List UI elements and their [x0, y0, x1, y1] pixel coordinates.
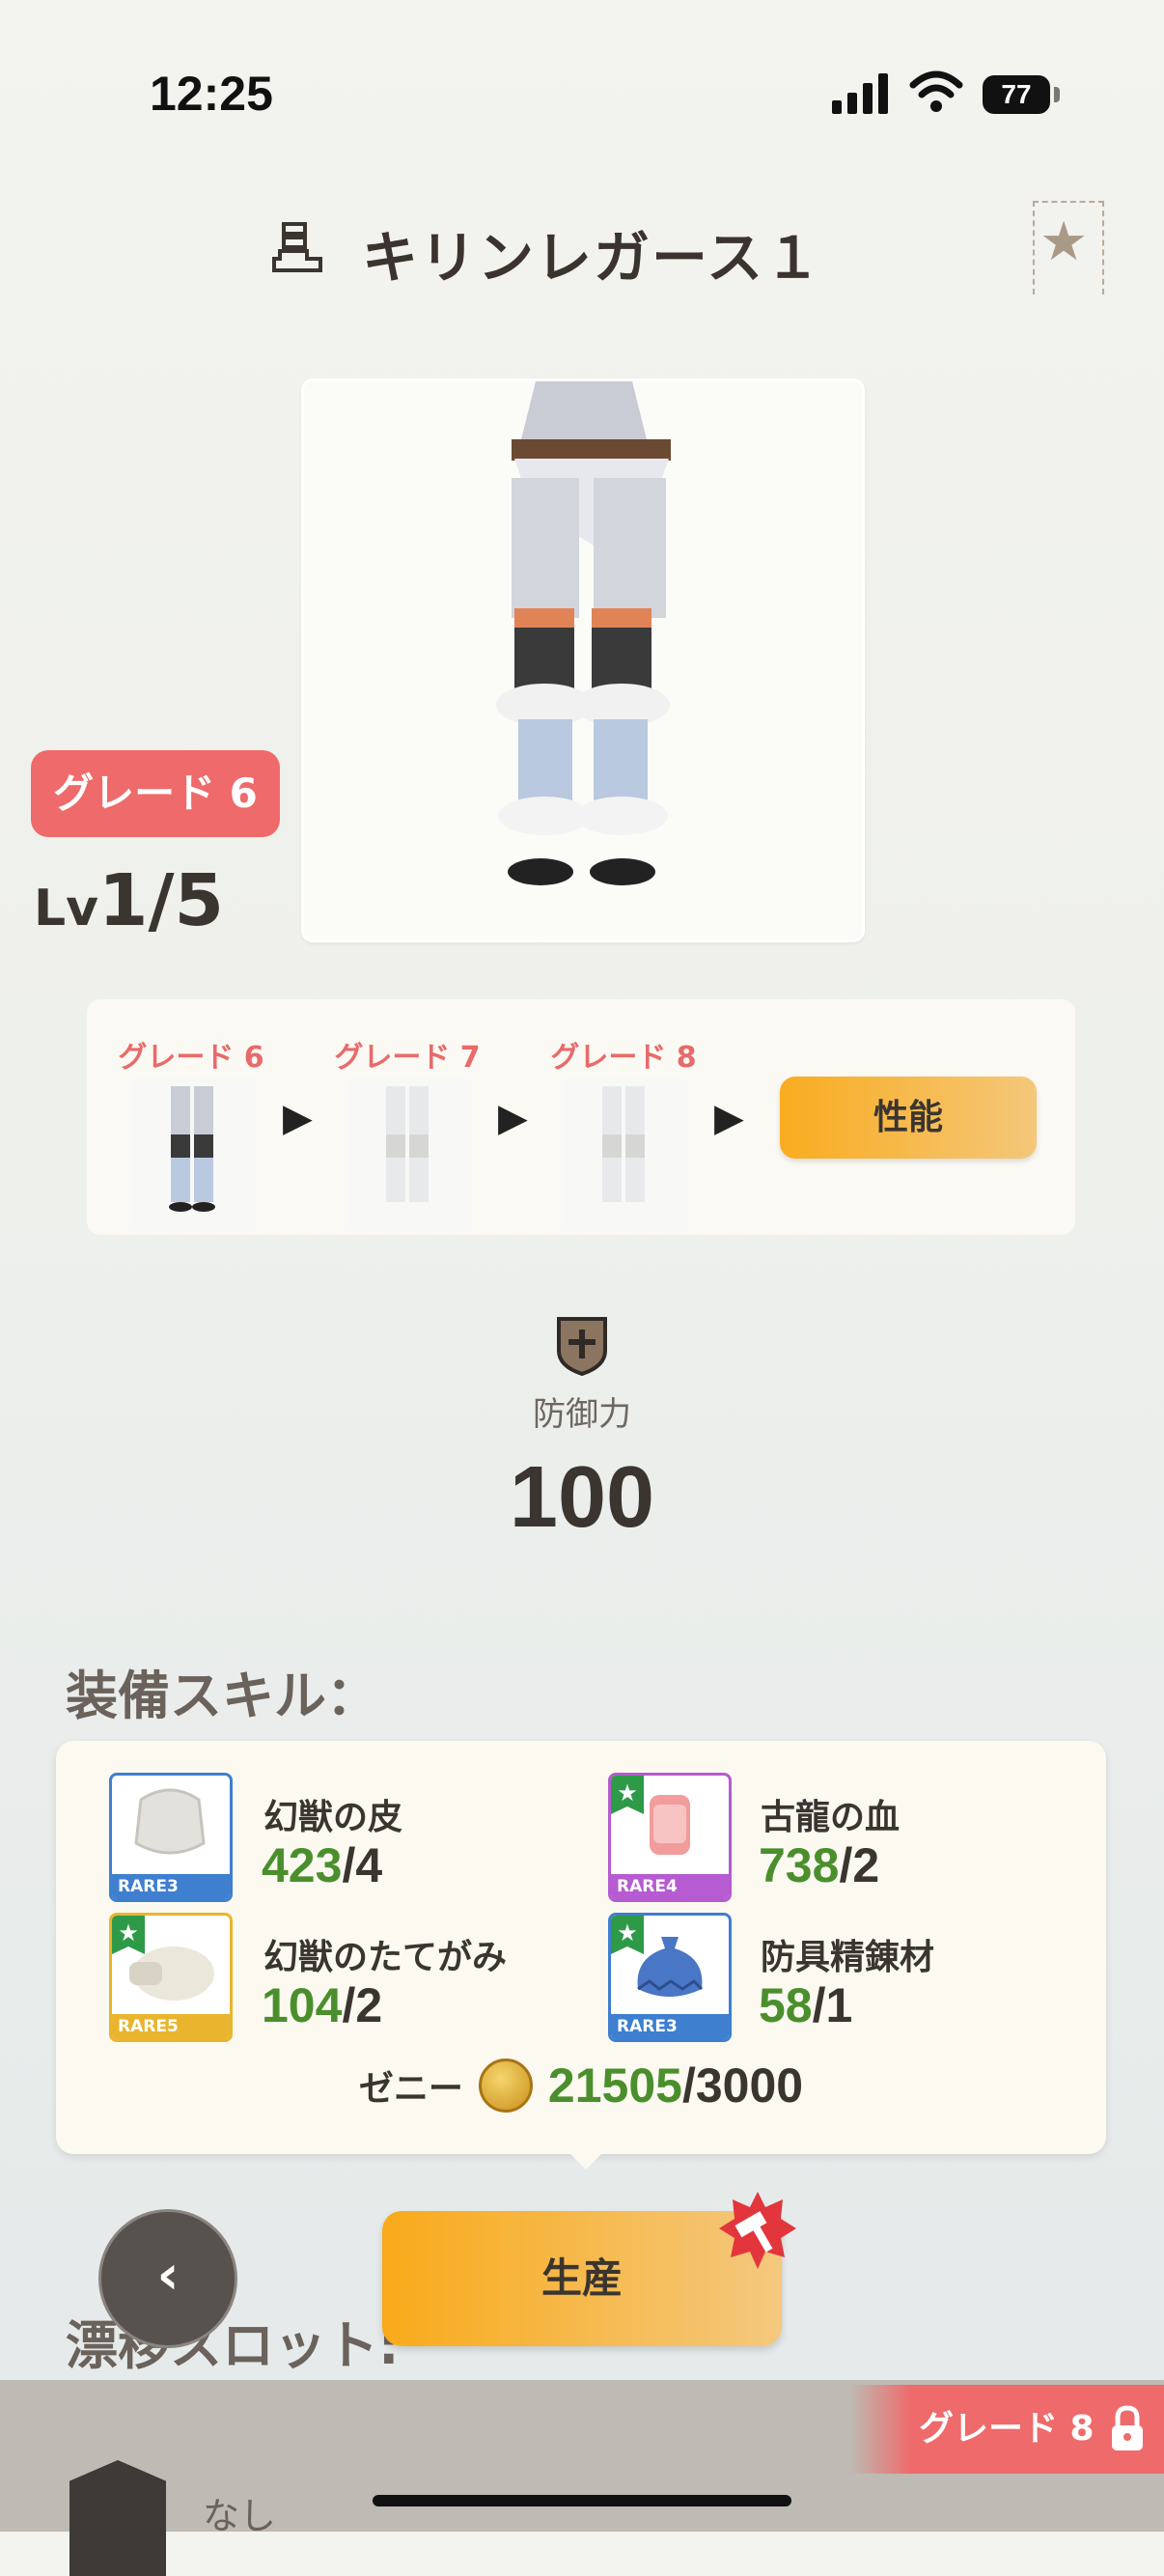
material-icon[interactable]: RARE3 [109, 1773, 233, 1902]
battery-indicator: 77 [983, 75, 1050, 114]
panel-pointer [565, 2148, 607, 2170]
materials-panel: RARE3 幻獣の皮 423/4 ★ RARE4 古龍の血 738/2 ★ RA… [56, 1741, 1106, 2154]
slot-icon [69, 2460, 166, 2576]
page-title: キリンレガース１ [362, 225, 823, 291]
level-prefix: Lv [34, 880, 99, 938]
equipment-skills-title: 装備スキル： [66, 1666, 378, 1726]
material-name: 古龍の血 [761, 1798, 901, 1837]
coin-icon [478, 2058, 533, 2113]
rarity-label: RARE3 [112, 1874, 230, 1899]
zeny-cost-row: ゼニー 21505/3000 [56, 2058, 1106, 2114]
material-icon[interactable]: ★ RARE4 [608, 1773, 732, 1902]
lock-icon [1112, 2405, 1143, 2450]
back-button[interactable]: ‹ [98, 2209, 237, 2348]
rarity-label: RARE4 [611, 1874, 729, 1899]
grade-7-thumbnail[interactable] [346, 1077, 471, 1231]
step-label-grade-6: グレード 6 [118, 1041, 264, 1075]
defense-value: 100 [509, 1449, 655, 1546]
arrow-right-icon: ▶ [498, 1096, 528, 1140]
grade-6-thumbnail[interactable] [130, 1077, 256, 1231]
material-icon[interactable]: ★ RARE5 [109, 1913, 233, 2042]
shield-icon [557, 1317, 607, 1376]
performance-button[interactable]: 性能 [780, 1077, 1037, 1159]
leg-armor-illustration [496, 381, 671, 885]
material-name: 防具精錬材 [761, 1938, 935, 1977]
defense-label: 防御力 [533, 1395, 631, 1434]
grade-badge: グレード 6 [31, 750, 280, 837]
material-icon[interactable]: ★ RARE3 [608, 1913, 732, 2042]
star-icon: ★ [1039, 210, 1089, 273]
level-value: 1/5 [98, 859, 225, 942]
rarity-label: RARE5 [112, 2014, 230, 2039]
arrow-right-icon: ▶ [283, 1096, 313, 1140]
step-label-grade-8: グレード 8 [550, 1041, 697, 1075]
material-quantity: 58/1 [759, 1978, 853, 2032]
zeny-quantity: 21505/3000 [547, 2058, 804, 2113]
wifi-icon [909, 70, 963, 112]
level-indicator: Lv1/5 [34, 859, 224, 942]
material-quantity: 423/4 [262, 1838, 383, 1892]
step-label-grade-7: グレード 7 [334, 1041, 481, 1075]
leg-armor-icon [272, 222, 322, 272]
arrow-right-icon: ▶ [714, 1096, 744, 1140]
hammer-badge-icon [719, 2192, 796, 2269]
material-quantity: 738/2 [759, 1838, 880, 1892]
grade-8-thumbnail[interactable] [562, 1077, 687, 1231]
home-indicator[interactable] [373, 2495, 791, 2506]
material-name: 幻獣の皮 [263, 1798, 403, 1837]
grade-upgrade-path: グレード 6 グレード 7 グレード 8 ▶ ▶ ▶ 性能 [87, 999, 1075, 1235]
battery-tip [1054, 87, 1060, 102]
zeny-label: ゼニー [358, 2069, 463, 2109]
rarity-label: RARE3 [611, 2014, 729, 2039]
material-quantity: 104/2 [262, 1978, 383, 2032]
cellular-signal-icon [832, 73, 890, 114]
equipment-preview [301, 378, 865, 942]
material-name: 幻獣のたてがみ [263, 1938, 508, 1977]
status-time: 12:25 [150, 67, 273, 121]
